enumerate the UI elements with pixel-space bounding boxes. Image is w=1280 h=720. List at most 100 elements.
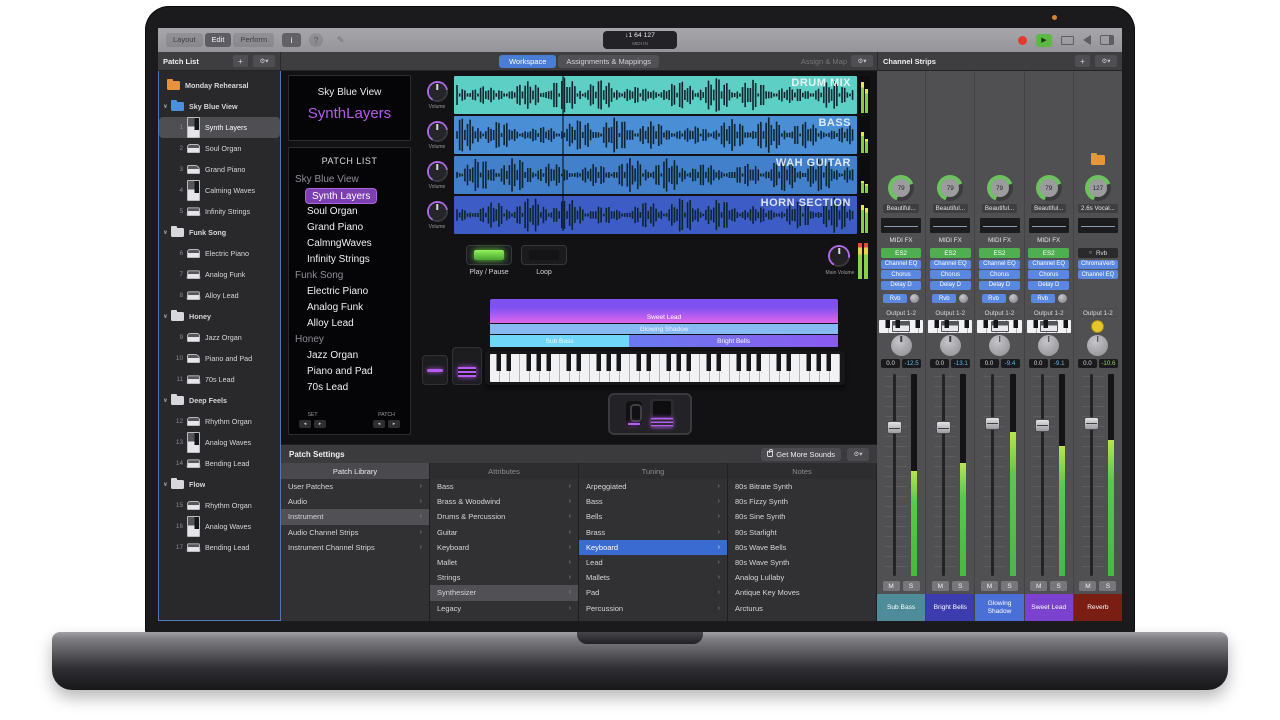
chevron-down-icon[interactable]: ∨ (163, 397, 171, 404)
layer-sweet-lead[interactable]: Sweet Lead (490, 299, 838, 323)
smart-control-knob[interactable]: 79 (937, 175, 963, 201)
fader-cap[interactable] (936, 421, 951, 434)
solo-button[interactable]: S (952, 581, 969, 591)
solo-button[interactable]: S (903, 581, 920, 591)
output-button[interactable]: Output 1-2 (1078, 308, 1119, 317)
track-waveform[interactable]: BASS (454, 116, 857, 154)
browser-row[interactable]: Antique Key Moves (728, 585, 876, 600)
playhead[interactable] (562, 71, 564, 231)
browser-row[interactable]: Audio › (281, 494, 429, 509)
patch-prev-button[interactable]: ◂ (373, 420, 385, 428)
sustain-pedal[interactable] (626, 401, 642, 427)
patch-list-display-row[interactable]: Piano and Pad (295, 364, 406, 380)
browser-row[interactable]: 80s Wave Bells (728, 540, 876, 555)
fader[interactable] (1076, 372, 1120, 579)
audio-fx-slot[interactable]: Delay D (979, 281, 1020, 290)
sidebar-patch-row[interactable]: 16 Analog Waves (159, 516, 280, 537)
sidebar-patch-row[interactable]: 9 Jazz Organ (159, 327, 280, 348)
track-volume-knob[interactable] (427, 121, 448, 142)
fader-cap[interactable] (985, 417, 1000, 430)
get-more-sounds-button[interactable]: Get More Sounds (761, 448, 841, 461)
browser-row[interactable]: 80s Starlight (728, 525, 876, 540)
patch-settings-tab[interactable]: Tuning (579, 463, 728, 479)
pan-knob[interactable] (1038, 335, 1059, 356)
smart-control-knob[interactable]: 79 (888, 175, 914, 201)
track-waveform[interactable]: HORN SECTION (454, 196, 857, 234)
display-icon[interactable] (1061, 36, 1074, 45)
audio-fx-slot[interactable]: Channel EQ (930, 260, 971, 269)
mute-button[interactable]: M (883, 581, 900, 591)
track-volume-knob[interactable] (427, 201, 448, 222)
edit-mode-button[interactable]: Edit (205, 33, 232, 47)
sidebar-patch-row[interactable]: ∨ Deep Feels (159, 390, 280, 411)
browser-row[interactable]: Keyboard › (579, 540, 727, 555)
browser-row[interactable]: Lead › (579, 555, 727, 570)
main-volume-knob[interactable] (828, 245, 850, 267)
browser-row[interactable]: Pad › (579, 585, 727, 600)
track-waveform[interactable]: DRUM MIX (454, 76, 857, 114)
track-volume-knob[interactable] (427, 81, 448, 102)
fader[interactable] (879, 372, 923, 579)
browser-row[interactable]: Keyboard › (430, 540, 578, 555)
audio-fx-slot[interactable]: Delay D (930, 281, 971, 290)
strip-name-plate[interactable]: Bright Bells (926, 594, 974, 621)
chevron-down-icon[interactable]: ∨ (163, 313, 171, 320)
sidebar-patch-row[interactable]: ∨ Honey (159, 306, 280, 327)
browser-row[interactable]: Legacy › (430, 601, 578, 616)
eq-thumbnail[interactable] (930, 218, 970, 233)
smart-control-knob[interactable]: 79 (1036, 175, 1062, 201)
eq-thumbnail[interactable] (1078, 218, 1118, 233)
layout-mode-button[interactable]: Layout (166, 33, 203, 47)
tab-assignments-mappings[interactable]: Assignments & Mappings (558, 55, 659, 68)
patch-settings-tab[interactable]: Patch Library (281, 463, 430, 479)
browser-row[interactable]: 80s Bitrate Synth (728, 479, 876, 494)
sidebar-patch-row[interactable]: 13 Analog Waves (159, 432, 280, 453)
pan-knob[interactable] (1087, 335, 1108, 356)
sidebar-patch-row[interactable]: 8 Alloy Lead (159, 285, 280, 306)
patch-settings-tab[interactable]: Notes (728, 463, 877, 479)
strip-name-plate[interactable]: Reverb (1074, 594, 1122, 621)
pitch-mod-module[interactable] (422, 355, 448, 385)
sidebar-patch-row[interactable]: 15 Rhythm Organ (159, 495, 280, 516)
sidebar-patch-row[interactable]: 11 70s Lead (159, 369, 280, 390)
patch-settings-action-menu[interactable]: ⚙▾ (847, 448, 869, 461)
fader[interactable] (977, 372, 1021, 579)
sidebar-patch-row[interactable]: 6 Electric Piano (159, 243, 280, 264)
fader-cap[interactable] (1035, 419, 1050, 432)
browser-row[interactable]: Brass & Woodwind › (430, 494, 578, 509)
mute-button[interactable]: M (932, 581, 949, 591)
browser-row[interactable]: 80s Wave Synth (728, 555, 876, 570)
tab-workspace[interactable]: Workspace (499, 55, 556, 68)
mute-button[interactable]: M (1079, 581, 1096, 591)
eq-thumbnail[interactable] (1029, 218, 1069, 233)
audio-fx-slot[interactable]: Chorus (979, 270, 1020, 279)
sidebar-patch-row[interactable]: 3 Grand Piano (159, 159, 280, 180)
browser-row[interactable]: User Patches › (281, 479, 429, 494)
send-button[interactable]: Rvb (932, 294, 956, 303)
send-button[interactable]: Rvb (883, 294, 907, 303)
sidebar-patch-row[interactable]: Monday Rehearsal (159, 75, 280, 96)
layer-glowing-shadow[interactable]: Glowing Shadow (490, 324, 838, 334)
channel-strips-action-menu[interactable]: ⚙▾ (1095, 55, 1117, 67)
send-button[interactable]: Rvb (982, 294, 1006, 303)
sidebar-patch-row[interactable]: 2 Soul Organ (159, 138, 280, 159)
browser-row[interactable]: Mallets › (579, 570, 727, 585)
sidebar-patch-row[interactable]: 1 Synth Layers (159, 117, 280, 138)
patch-list-display-row[interactable]: Soul Organ (295, 204, 406, 220)
solo-button[interactable]: S (1099, 581, 1116, 591)
browser-row[interactable]: Bells › (579, 509, 727, 524)
fader-cap[interactable] (1084, 417, 1099, 430)
pan-knob[interactable] (989, 335, 1010, 356)
instrument-slot-button[interactable]: Rvb (1078, 248, 1119, 258)
patch-list-display-row[interactable]: Funk Song (295, 268, 406, 284)
layer-bright-bells[interactable]: Bright Bells (629, 335, 838, 347)
fader-module[interactable] (452, 347, 482, 385)
output-button[interactable]: Output 1-2 (881, 308, 922, 317)
output-button[interactable]: Output 1-2 (979, 308, 1020, 317)
sidebar-patch-row[interactable]: 14 Bending Lead (159, 453, 280, 474)
browser-row[interactable]: Instrument › (281, 509, 429, 524)
sidebar-patch-row[interactable]: ∨ Sky Blue View (159, 96, 280, 117)
speaker-icon[interactable] (1083, 35, 1091, 45)
audio-fx-slot[interactable]: Delay D (881, 281, 922, 290)
audio-fx-slot[interactable]: Chorus (1028, 270, 1069, 279)
